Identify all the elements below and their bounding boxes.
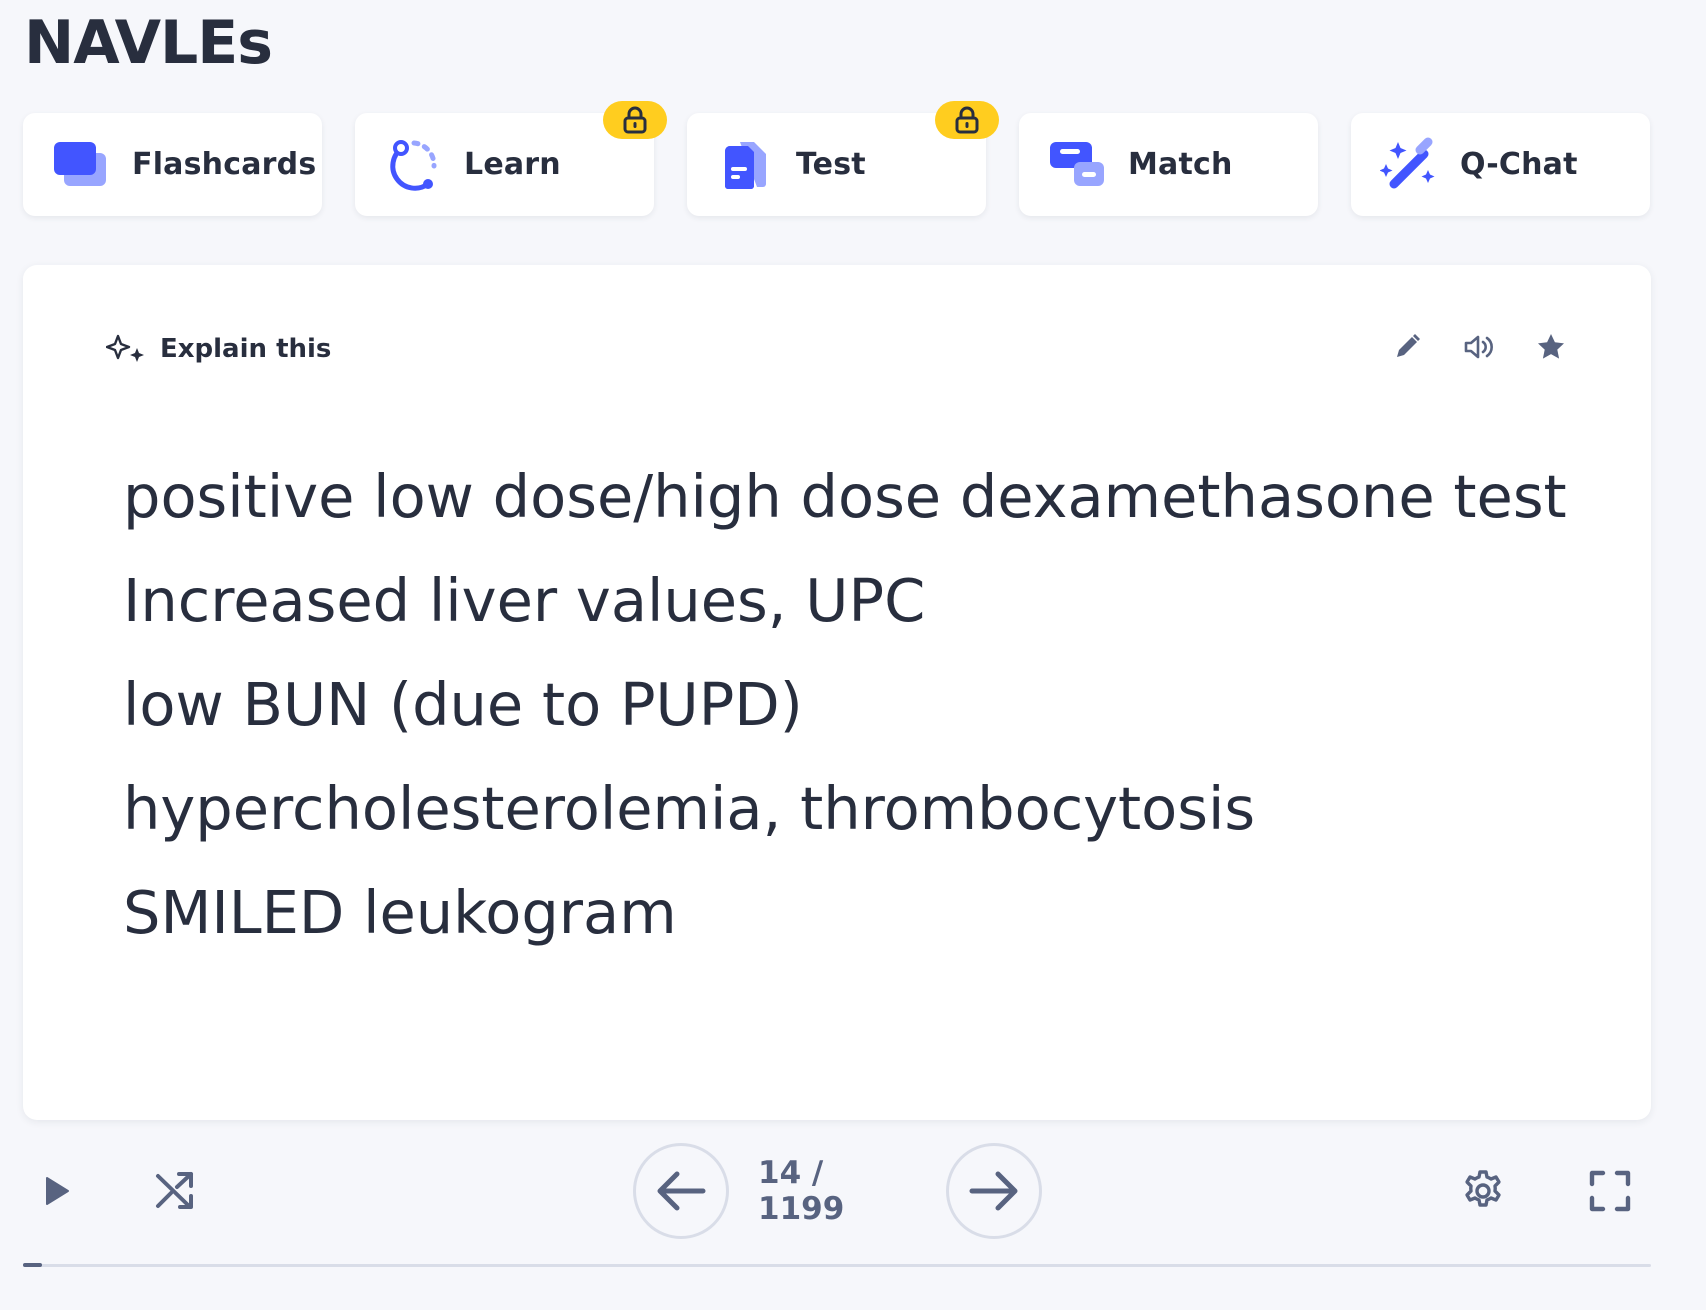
arrow-right-icon: [969, 1171, 1018, 1211]
explain-this-button[interactable]: Explain this: [106, 333, 331, 365]
arrow-left-icon: [657, 1171, 706, 1211]
mode-test-button[interactable]: Test: [687, 101, 999, 216]
mode-label: Q-Chat: [1460, 147, 1578, 182]
fullscreen-icon[interactable]: [1588, 1169, 1632, 1213]
mode-label: Learn: [464, 147, 561, 182]
star-icon[interactable]: [1531, 327, 1571, 367]
learn-icon: [382, 134, 444, 196]
playback-controls: 14 / 1199: [23, 1143, 1651, 1239]
progress-bar: [23, 1263, 1651, 1267]
match-icon: [1046, 134, 1108, 196]
mode-label: Flashcards: [132, 147, 317, 182]
lock-icon: [955, 106, 979, 134]
progress-fill: [23, 1263, 43, 1267]
flashcards-icon: [50, 134, 112, 196]
edit-icon[interactable]: [1387, 327, 1427, 367]
shuffle-icon[interactable]: [153, 1169, 197, 1213]
explain-label: Explain this: [160, 334, 332, 364]
mode-label: Test: [796, 147, 866, 182]
flashcards-page: NAVLEs Flashcards Learn Test Match Q-Cha…: [0, 0, 1706, 1310]
lock-icon: [623, 106, 647, 134]
mode-label: Match: [1128, 147, 1233, 182]
card-text-line: hypercholesterolemia, thrombocytosis: [123, 774, 1256, 843]
mode-learn-button[interactable]: Learn: [355, 101, 667, 216]
card-text-line: low BUN (due to PUPD): [123, 670, 803, 739]
card-content: positive low dose/high dose dexamethason…: [123, 445, 1591, 965]
test-icon: [714, 134, 776, 196]
audio-icon[interactable]: [1459, 327, 1499, 367]
card-actions: [1387, 327, 1571, 367]
mode-match-button[interactable]: Match: [1019, 113, 1318, 216]
page-title: NAVLEs: [24, 8, 273, 78]
study-modes: Flashcards Learn Test Match Q-Chat: [23, 101, 1650, 216]
play-icon[interactable]: [37, 1171, 77, 1211]
previous-card-button[interactable]: [633, 1143, 729, 1239]
mode-qchat-button[interactable]: Q-Chat: [1351, 113, 1650, 216]
lock-badge: [935, 101, 999, 139]
card-text-line: Increased liver values, UPC: [123, 566, 926, 635]
settings-gear-icon[interactable]: [1461, 1169, 1505, 1213]
flashcard[interactable]: Explain this positive low dose/high dose…: [23, 265, 1651, 1120]
mode-flashcards-button[interactable]: Flashcards: [23, 113, 322, 216]
lock-badge: [603, 101, 667, 139]
card-text-line: positive low dose/high dose dexamethason…: [123, 462, 1567, 531]
next-card-button[interactable]: [946, 1143, 1042, 1239]
card-counter: 14 / 1199: [758, 1155, 845, 1227]
magic-wand-icon: [1378, 134, 1440, 196]
card-text-line: SMILED leukogram: [123, 878, 677, 947]
sparkle-icon: [106, 334, 144, 362]
